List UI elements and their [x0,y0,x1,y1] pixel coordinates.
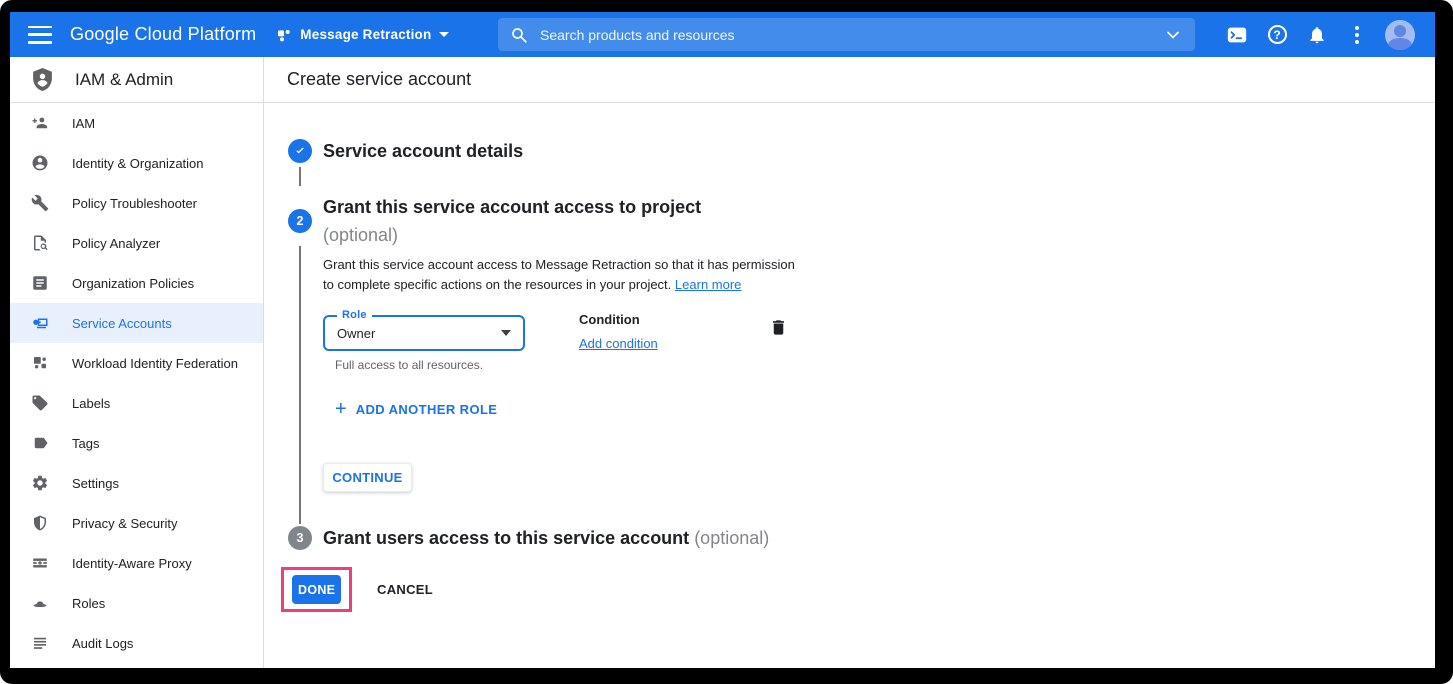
screen: Google Cloud Platform Message Retraction [10,12,1435,668]
sidebar-item-label: Organization Policies [72,276,194,291]
step2-optional: (optional) [323,223,398,247]
sidebar-item-label: Labels [72,396,110,411]
step1-title: Service account details [323,139,523,163]
chevron-down-icon[interactable] [1163,25,1183,45]
project-name: Message Retraction [300,27,431,42]
wizard: Service account details 2 Grant this ser… [264,103,1435,668]
document-lines-icon [31,274,49,292]
topbar: Google Cloud Platform Message Retraction [10,12,1435,57]
sidebar-item-labels[interactable]: Labels [10,383,263,423]
search-input[interactable] [538,26,1163,44]
search-bar[interactable] [498,18,1195,51]
project-selector[interactable]: Message Retraction [276,27,449,43]
brand-logo[interactable]: Google Cloud Platform [70,24,256,45]
sidebar-item-label: Tags [72,436,99,451]
step2-description: Grant this service account access to Mes… [323,255,795,295]
role-helper-text: Full access to all resources. [335,358,483,372]
tag-icon [31,394,49,412]
document-search-icon [31,234,49,252]
done-button[interactable]: DONE [292,575,341,604]
step2-number: 2 [288,209,312,233]
plus-icon: + [335,400,347,418]
step3-number: 3 [288,526,312,550]
dropdown-caret-icon [501,330,511,336]
step3-optional: (optional) [694,528,769,548]
sidebar-header: IAM & Admin [10,57,263,103]
detective-hat-icon [31,594,49,612]
done-button-highlight: DONE [281,567,352,612]
condition-label: Condition [579,312,640,327]
person-add-icon [31,114,49,132]
step3-title: Grant users access to this service accou… [323,528,689,548]
role-selected-value: Owner [337,326,375,341]
step-connector [299,246,301,524]
sidebar-item-policy-troubleshooter[interactable]: Policy Troubleshooter [10,183,263,223]
caret-down-icon [439,32,449,37]
sidebar-item-label: Audit Logs [72,636,133,651]
add-condition-link[interactable]: Add condition [579,336,658,351]
topbar-actions: ? [1225,12,1435,57]
step1-check-icon [288,139,312,163]
notifications-icon[interactable] [1305,23,1329,47]
shield-half-icon [31,514,49,532]
service-account-key-icon [31,314,49,332]
sidebar-item-iam[interactable]: IAM [10,103,263,143]
sidebar-item-label: Identity-Aware Proxy [72,556,192,571]
menu-icon[interactable] [28,26,52,44]
label-arrow-icon [31,434,49,452]
sidebar-item-organization-policies[interactable]: Organization Policies [10,263,263,303]
sidebar-nav: IAM Identity & Organization Policy Troub… [10,103,263,663]
sidebar-item-label: Privacy & Security [72,516,177,531]
cloud-shell-icon[interactable] [1225,23,1249,47]
step3-title-row: Grant users access to this service accou… [323,526,769,550]
trash-icon[interactable] [769,317,788,343]
sidebar-item-tags[interactable]: Tags [10,423,263,463]
avatar[interactable] [1385,20,1415,50]
project-grid-icon [276,27,292,43]
main-panel: Create service account Service account d… [264,57,1435,668]
sidebar-item-label: Workload Identity Federation [72,356,238,371]
page-header: Create service account [264,57,1435,103]
page-title: Create service account [287,69,471,90]
more-vertical-icon[interactable] [1345,23,1369,47]
role-dropdown[interactable]: Role Owner [323,315,525,351]
role-field-label: Role [337,309,372,321]
proxy-layers-icon [31,554,49,572]
list-lines-icon [31,634,49,652]
sidebar-item-workload-identity-federation[interactable]: Workload Identity Federation [10,343,263,383]
continue-button[interactable]: CONTINUE [323,463,412,492]
sidebar-item-label: Identity & Organization [72,156,204,171]
shield-person-icon [30,67,55,92]
window-frame: Google Cloud Platform Message Retraction [0,0,1453,684]
sidebar-item-label: Policy Analyzer [72,236,160,251]
sidebar-title: IAM & Admin [75,70,173,90]
wrench-icon [31,194,49,212]
cancel-button[interactable]: CANCEL [371,575,439,604]
help-icon[interactable]: ? [1265,23,1289,47]
sidebar-item-roles[interactable]: Roles [10,583,263,623]
gear-icon [31,474,49,492]
sidebar-item-label: Policy Troubleshooter [72,196,197,211]
sidebar-item-service-accounts[interactable]: Service Accounts [10,303,263,343]
sidebar-item-identity-aware-proxy[interactable]: Identity-Aware Proxy [10,543,263,583]
step-connector [299,167,301,186]
sidebar-item-label: Roles [72,596,105,611]
learn-more-link[interactable]: Learn more [675,277,741,292]
add-another-role-button[interactable]: + ADD ANOTHER ROLE [335,400,497,418]
search-icon [510,26,528,44]
sidebar-item-audit-logs[interactable]: Audit Logs [10,623,263,663]
workload-squares-icon [31,354,49,372]
sidebar: IAM & Admin IAM Identity & Organization [10,57,264,668]
step2-title: Grant this service account access to pro… [323,195,701,219]
sidebar-item-settings[interactable]: Settings [10,463,263,503]
sidebar-item-label: IAM [72,116,95,131]
sidebar-item-policy-analyzer[interactable]: Policy Analyzer [10,223,263,263]
sidebar-item-privacy-security[interactable]: Privacy & Security [10,503,263,543]
person-circle-icon [31,154,49,172]
sidebar-item-label: Settings [72,476,119,491]
sidebar-item-identity-organization[interactable]: Identity & Organization [10,143,263,183]
sidebar-item-label: Service Accounts [72,316,172,331]
